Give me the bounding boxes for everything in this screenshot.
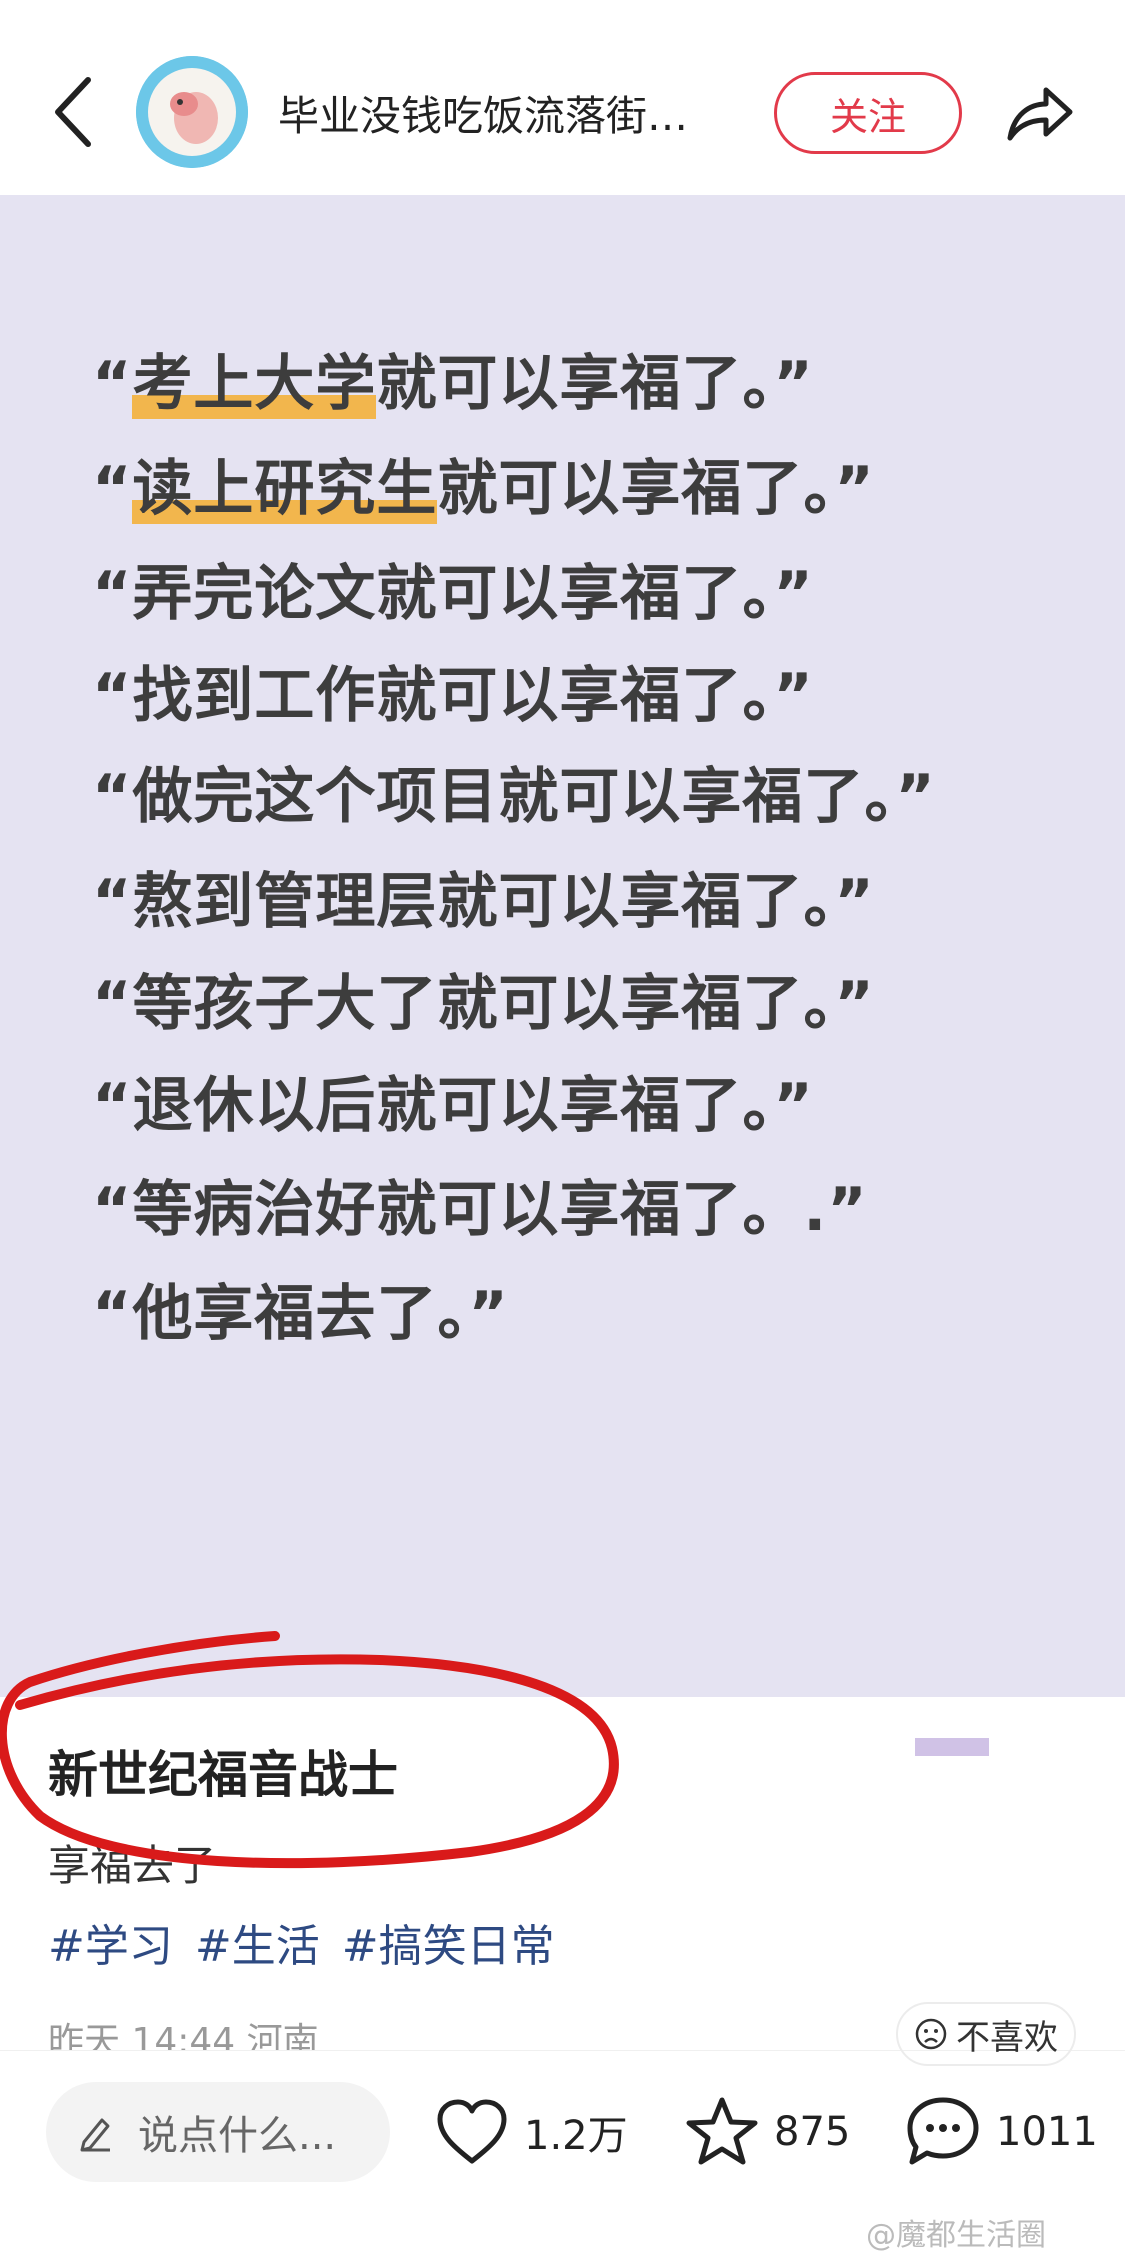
quote-open-mark: “ <box>92 661 133 731</box>
favorite-button[interactable]: 875 <box>684 2092 850 2172</box>
quote-line: “熬到管理层就可以享福了。” <box>92 853 875 940</box>
tag-list: #学习 #生活 #搞笑日常 <box>48 1910 577 1974</box>
post-body: 享福去了 <box>48 1841 217 1890</box>
quote-text: 就可以享福了。” <box>437 454 875 524</box>
star-icon <box>686 2097 758 2165</box>
quote-text: 熬到管理层就可以享福了。” <box>132 867 875 937</box>
quote-line: “做完这个项目就可以享福了。” <box>92 748 936 835</box>
quote-open-mark: “ <box>92 867 133 937</box>
quote-text: 等病治好就可以享福了。.” <box>132 1175 868 1245</box>
author-name[interactable]: 毕业没钱吃饭流落街… <box>278 82 738 142</box>
quote-open-mark: “ <box>92 969 133 1039</box>
quote-open-mark: “ <box>92 762 133 832</box>
quote-text: 就可以享福了。” <box>376 349 814 419</box>
post-image[interactable]: “考上大学就可以享福了。” “读上研究生就可以享福了。” “弄完论文就可以享福了。”… <box>0 195 1125 1756</box>
like-button[interactable]: 1.2万 <box>434 2092 628 2172</box>
quote-line: “读上研究生就可以享福了。” <box>92 440 875 527</box>
quote-open-mark: “ <box>92 1175 133 1245</box>
comment-input[interactable]: 说点什么... <box>46 2082 390 2182</box>
pencil-icon <box>80 2118 110 2152</box>
quote-text: 等孩子大了就可以享福了。” <box>132 969 875 1039</box>
quote-line: “等病治好就可以享福了。.” <box>92 1161 868 1248</box>
quote-text: 退休以后就可以享福了。” <box>132 1071 814 1141</box>
quote-open-mark: “ <box>92 454 133 524</box>
tag-link[interactable]: #生活 <box>195 1921 320 1972</box>
chat-bubble-icon <box>907 2097 979 2165</box>
quote-line: “考上大学就可以享福了。” <box>92 335 814 422</box>
comment-count: 1011 <box>996 2109 1098 2155</box>
watermark: @魔都生活圈 <box>866 2218 1046 2253</box>
heart-icon <box>437 2099 507 2164</box>
highlighted-text: 读上研究生 <box>132 454 438 524</box>
quote-line: “他享福去了。” <box>92 1265 509 1352</box>
quote-open-mark: “ <box>92 559 133 629</box>
quote-line: “弄完论文就可以享福了。” <box>92 545 814 632</box>
highlighted-text: 考上大学 <box>132 349 377 419</box>
quote-line: “等孩子大了就可以享福了。” <box>92 955 875 1042</box>
post-title: 新世纪福音战士 <box>48 1746 398 1804</box>
quote-open-mark: “ <box>92 1071 133 1141</box>
favorite-count: 875 <box>774 2109 851 2155</box>
quote-line: “找到工作就可以享福了。” <box>92 647 814 734</box>
tag-link[interactable]: #搞笑日常 <box>342 1921 555 1972</box>
tag-link[interactable]: #学习 <box>48 1921 173 1972</box>
quote-text: 找到工作就可以享福了。” <box>132 661 814 731</box>
quote-text: 做完这个项目就可以享福了。” <box>132 762 936 832</box>
comment-placeholder: 说点什么... <box>138 2113 337 2159</box>
decorative-mark <box>915 1738 989 1756</box>
frown-icon <box>915 2018 947 2050</box>
top-bar: 毕业没钱吃饭流落街… 关注 <box>0 0 1125 195</box>
dislike-label: 不喜欢 <box>956 2017 1058 2058</box>
like-count: 1.2万 <box>524 2113 628 2159</box>
comment-button[interactable]: 1011 <box>904 2092 1098 2172</box>
back-chevron-icon[interactable] <box>48 72 108 152</box>
dislike-button[interactable]: 不喜欢 <box>896 2002 1076 2066</box>
follow-button[interactable]: 关注 <box>774 72 962 154</box>
quote-text: 他享福去了。” <box>132 1279 509 1349</box>
quote-open-mark: “ <box>92 1279 133 1349</box>
avatar[interactable] <box>136 56 248 168</box>
quote-line: “退休以后就可以享福了。” <box>92 1057 814 1144</box>
share-icon[interactable] <box>1000 76 1076 152</box>
quote-text: 弄完论文就可以享福了。” <box>132 559 814 629</box>
quote-open-mark: “ <box>92 349 133 419</box>
